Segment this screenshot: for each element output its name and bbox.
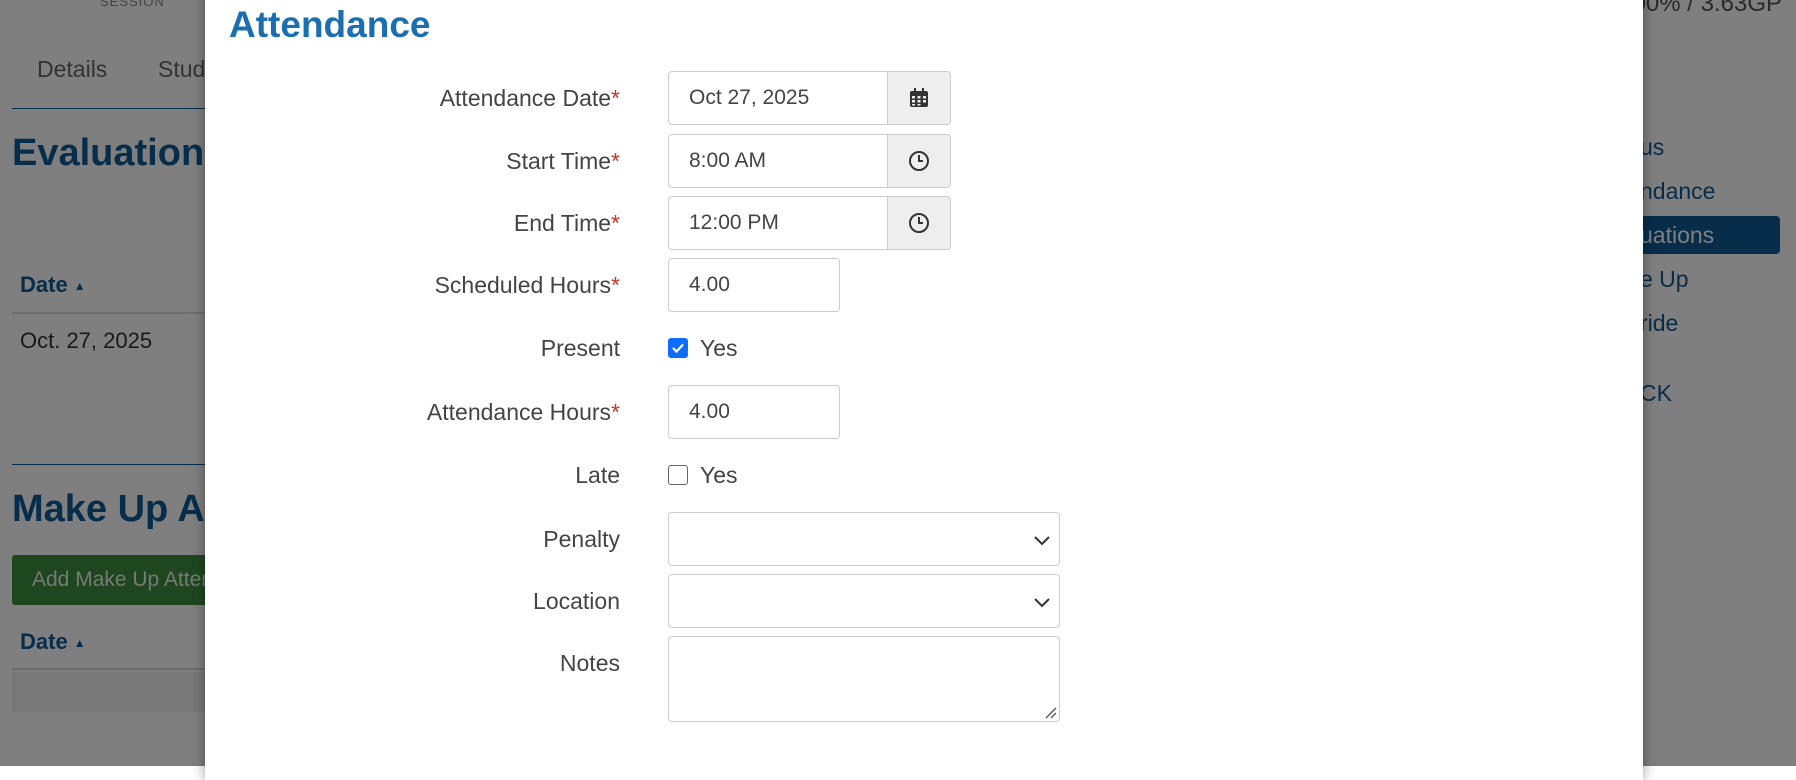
location-row: Location bbox=[205, 574, 1205, 628]
late-option-label[interactable]: Yes bbox=[700, 462, 738, 489]
start-time-input[interactable] bbox=[668, 134, 888, 188]
end-time-clock-button[interactable] bbox=[888, 196, 951, 250]
end-time-input[interactable] bbox=[668, 196, 888, 250]
penalty-row: Penalty bbox=[205, 512, 1205, 566]
calendar-button[interactable] bbox=[888, 71, 951, 125]
present-option-label[interactable]: Yes bbox=[700, 335, 738, 362]
location-label: Location bbox=[533, 588, 620, 614]
scheduled-hours-label: Scheduled Hours* bbox=[434, 272, 620, 298]
attendance-date-label: Attendance Date* bbox=[439, 85, 620, 111]
present-checkbox[interactable] bbox=[668, 338, 688, 358]
late-row: Late Yes bbox=[205, 448, 1205, 502]
chevron-down-icon bbox=[1034, 536, 1050, 546]
calendar-icon bbox=[910, 88, 928, 107]
clock-icon bbox=[909, 213, 929, 233]
attendance-date-input[interactable] bbox=[668, 71, 888, 125]
modal-title: Attendance bbox=[229, 4, 431, 45]
attendance-date-row: Attendance Date* bbox=[205, 71, 1205, 125]
start-time-row: Start Time* bbox=[205, 134, 1205, 188]
chevron-down-icon bbox=[1034, 598, 1050, 608]
resize-grip-icon[interactable] bbox=[1043, 705, 1057, 719]
clock-icon bbox=[909, 151, 929, 171]
scheduled-hours-input[interactable] bbox=[668, 258, 840, 312]
checkmark-icon bbox=[672, 343, 684, 354]
late-label: Late bbox=[575, 462, 620, 488]
attendance-hours-label: Attendance Hours* bbox=[426, 399, 620, 425]
present-row: Present Yes bbox=[205, 321, 1205, 375]
end-time-label: End Time* bbox=[513, 210, 620, 236]
attendance-hours-input[interactable] bbox=[668, 385, 840, 439]
present-label: Present bbox=[540, 335, 620, 361]
end-time-row: End Time* bbox=[205, 196, 1205, 250]
start-time-label: Start Time* bbox=[506, 148, 620, 174]
attendance-hours-row: Attendance Hours* bbox=[205, 385, 1205, 439]
location-select[interactable] bbox=[668, 574, 1060, 628]
start-time-clock-button[interactable] bbox=[888, 134, 951, 188]
penalty-select[interactable] bbox=[668, 512, 1060, 566]
notes-textarea[interactable] bbox=[668, 636, 1060, 722]
late-checkbox[interactable] bbox=[668, 465, 688, 485]
notes-label: Notes bbox=[559, 650, 620, 676]
scheduled-hours-row: Scheduled Hours* bbox=[205, 258, 1205, 312]
attendance-modal: Attendance Attendance Date* Start Time* … bbox=[205, 0, 1643, 780]
notes-row: Notes bbox=[205, 636, 1205, 726]
penalty-label: Penalty bbox=[543, 526, 620, 552]
